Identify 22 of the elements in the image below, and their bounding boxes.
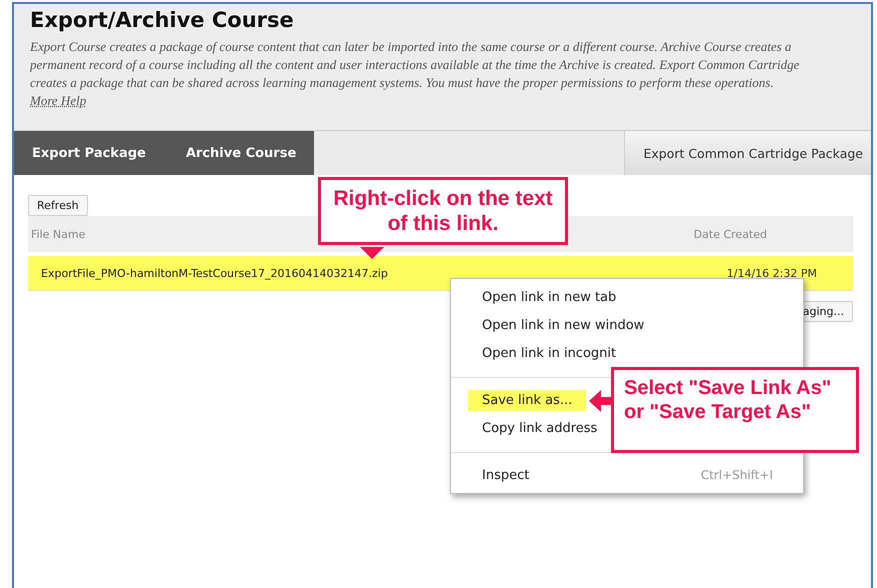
shortcut-text: Ctrl+Shift+I (700, 468, 773, 482)
column-header: File Name (31, 228, 86, 240)
arrow-icon (589, 390, 613, 412)
tab[interactable]: Archive Course (186, 146, 296, 160)
menu-item[interactable]: Save link as... (468, 390, 586, 410)
callout-box: Right-click on the text of this link. (318, 177, 568, 245)
menu-item[interactable]: Copy link address (468, 418, 612, 438)
page-title: Export/Archive Course (30, 8, 295, 32)
help-link[interactable]: More Help (30, 93, 86, 108)
tab[interactable]: Export Package (32, 146, 146, 160)
callout-box: Select "Save Link As" or "Save Target As" (611, 367, 859, 453)
menu-item[interactable]: Open link in new tab (468, 286, 630, 308)
menu-item[interactable]: Open link in new window (468, 314, 658, 336)
date-text: 1/14/16 2:32 PM (726, 266, 817, 280)
menu-item[interactable]: Inspect (468, 464, 544, 486)
column-header: Date Created (694, 228, 767, 240)
menu-item[interactable]: Open link in incognit (468, 342, 630, 364)
tab[interactable]: Export Common Cartridge Package (624, 131, 871, 175)
description-text: Export Course creates a package of course content that can later be imported into the same course or a different course. Archive Course creates a permanent record of a course including all the content and user interactions available at the time the Archive is created. Export Common Cartridge creates a package that can be shared across learning management systems. You must have the proper permissions to perform these operations. More Help (30, 38, 800, 110)
refresh-button[interactable]: Refresh (28, 195, 88, 216)
file-link[interactable]: ExportFile_PMO-hamiltonM-TestCourse17_20160414032147.zip (41, 266, 388, 280)
pointer-icon (360, 247, 384, 259)
